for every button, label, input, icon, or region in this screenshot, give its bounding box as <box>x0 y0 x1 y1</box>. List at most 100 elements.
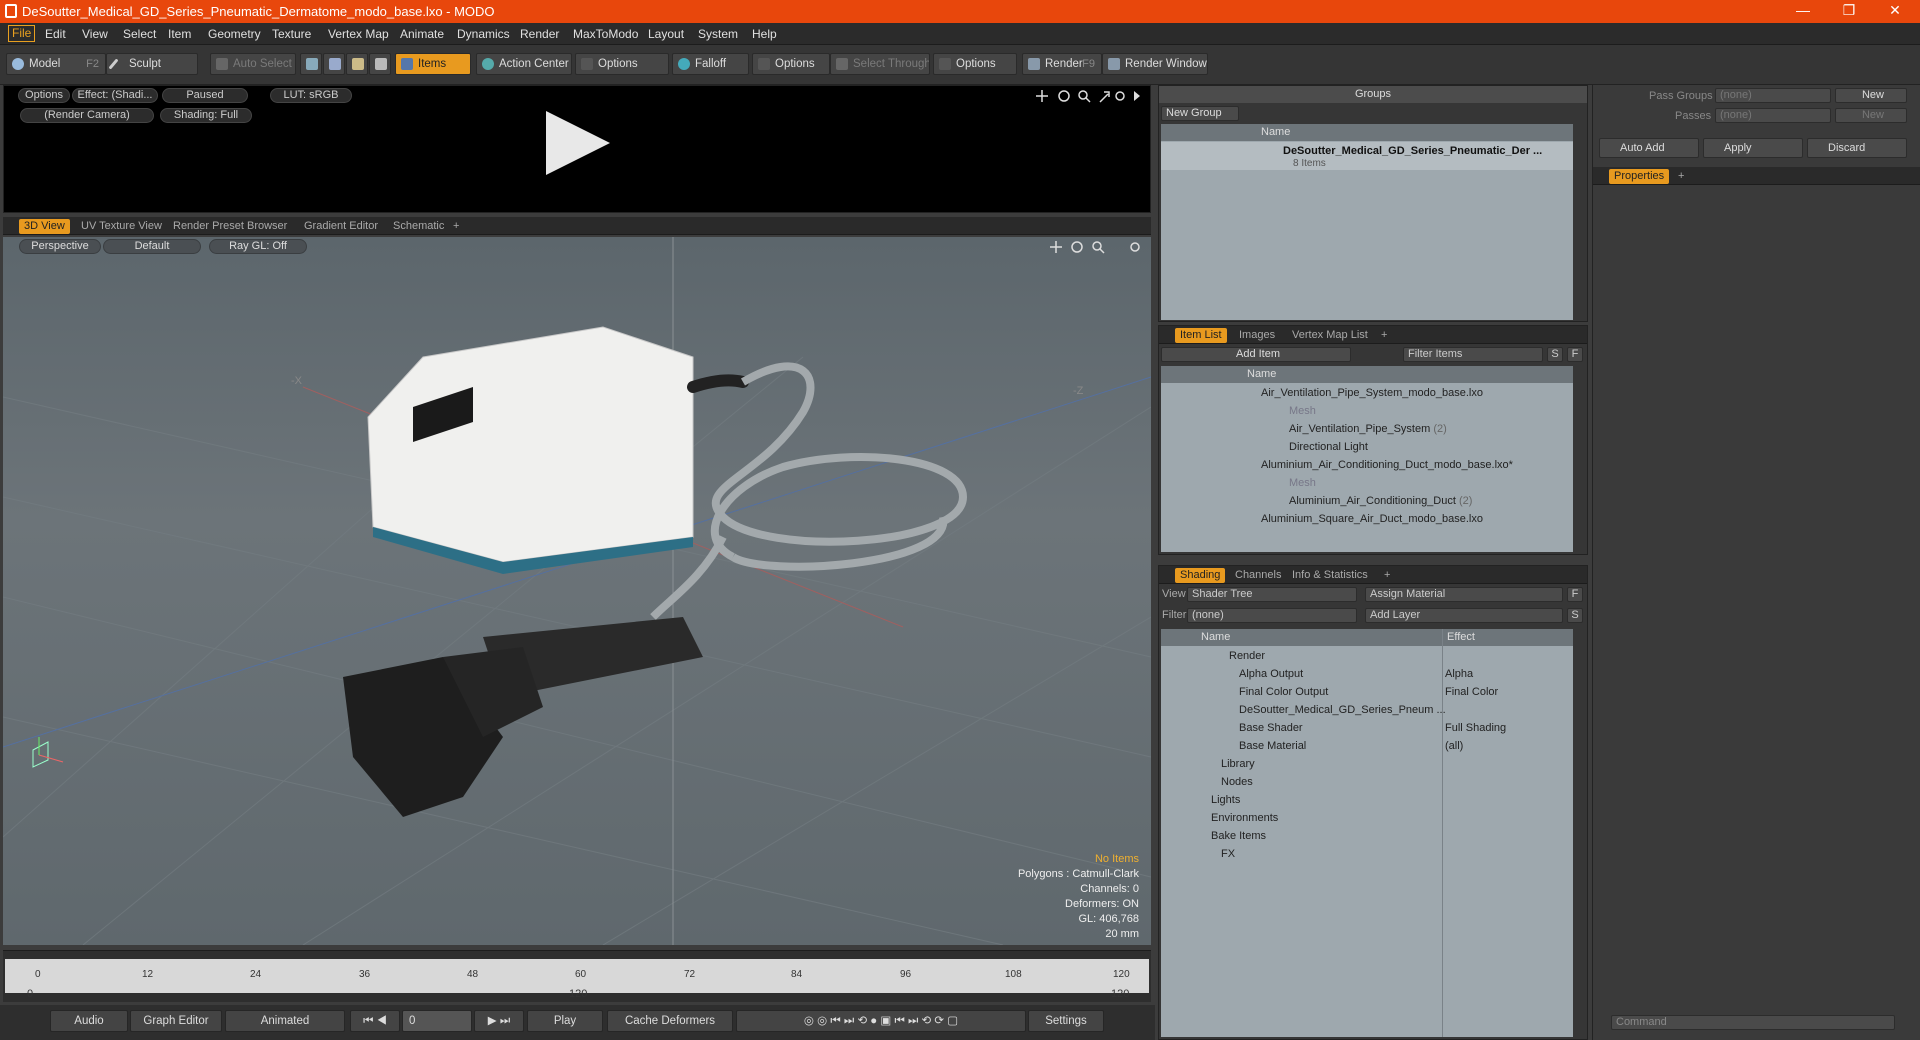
action-center-options-button[interactable]: Options <box>575 53 669 75</box>
play-icon[interactable] <box>546 111 610 175</box>
list-item[interactable]: Aluminium_Square_Air_Duct_modo_base.lxo <box>1161 510 1483 528</box>
render-button[interactable]: Render F9 <box>1022 53 1102 75</box>
menu-texture[interactable]: Texture <box>272 27 311 41</box>
effect-dropdown[interactable]: Effect: (Shadi... <box>72 88 158 103</box>
polygons-mode-button[interactable] <box>346 53 368 75</box>
model-mode-button[interactable]: Model F2 <box>6 53 106 75</box>
menu-system[interactable]: System <box>698 27 738 41</box>
shader-row-render[interactable]: Render <box>1161 647 1265 665</box>
tab-render-preset-browser[interactable]: Render Preset Browser <box>168 219 292 234</box>
item-list[interactable]: Name Air_Ventilation_Pipe_System_modo_ba… <box>1161 366 1573 552</box>
auto-add-button[interactable]: Auto Add <box>1599 138 1699 158</box>
add-layer-dropdown[interactable]: Add Layer <box>1365 608 1563 623</box>
perspective-dropdown[interactable]: Perspective <box>19 239 101 254</box>
edges-mode-button[interactable] <box>323 53 345 75</box>
f-button[interactable]: F <box>1567 587 1583 602</box>
groups-list[interactable]: Name DeSoutter_Medical_GD_Series_Pneumat… <box>1161 124 1573 320</box>
render-window-button[interactable]: Render Window <box>1102 53 1208 75</box>
apply-button[interactable]: Apply <box>1703 138 1803 158</box>
settings-button[interactable]: Settings <box>1028 1010 1104 1032</box>
f-button[interactable]: F <box>1567 347 1583 362</box>
list-item[interactable]: Directional Light <box>1161 438 1368 456</box>
3d-viewport[interactable]: -X -Z No Items Polygons : Catmull-Clark … <box>3 237 1151 945</box>
tab-3d-view[interactable]: 3D View <box>19 219 70 234</box>
menu-view[interactable]: View <box>82 27 108 41</box>
falloff-options-button[interactable]: Options <box>752 53 830 75</box>
minimize-button[interactable]: — <box>1780 2 1826 18</box>
tab-item-list[interactable]: Item List <box>1175 328 1227 343</box>
shader-tree[interactable]: Name Effect Render Alpha Output Alpha Fi… <box>1161 629 1573 1037</box>
list-item[interactable]: Mesh <box>1161 474 1316 492</box>
s-button[interactable]: S <box>1547 347 1563 362</box>
preview-options-button[interactable]: Options <box>18 88 70 103</box>
tab-shading[interactable]: Shading <box>1175 568 1226 583</box>
transport-back-buttons[interactable]: ⏮ ◀ <box>350 1010 400 1032</box>
add-tab-button[interactable]: + <box>448 219 464 234</box>
new-pass-group-button[interactable]: New <box>1835 88 1907 103</box>
tab-images[interactable]: Images <box>1234 328 1280 343</box>
shader-row[interactable]: Library <box>1161 755 1255 773</box>
shader-row[interactable]: Bake Items <box>1161 827 1266 845</box>
filter-items-input[interactable]: Filter Items <box>1403 347 1543 362</box>
discard-button[interactable]: Discard <box>1807 138 1907 158</box>
menu-item[interactable]: Item <box>168 27 191 41</box>
frame-field[interactable]: 0 <box>402 1010 472 1032</box>
pass-groups-dropdown[interactable]: (none) <box>1715 88 1831 103</box>
transport-forward-buttons[interactable]: ▶ ⏭ <box>474 1010 524 1032</box>
menu-help[interactable]: Help <box>752 27 777 41</box>
list-item[interactable]: Air_Ventilation_Pipe_System_modo_base.lx… <box>1161 384 1483 402</box>
shader-row[interactable]: Environments <box>1161 809 1278 827</box>
menu-render[interactable]: Render <box>520 27 559 41</box>
shader-row[interactable]: Lights <box>1161 791 1240 809</box>
add-tab-button[interactable]: + <box>1673 169 1689 184</box>
menu-edit[interactable]: Edit <box>45 27 66 41</box>
menu-vertex-map[interactable]: Vertex Map <box>328 27 389 41</box>
add-tab-button[interactable]: + <box>1376 328 1392 343</box>
menu-dynamics[interactable]: Dynamics <box>457 27 510 41</box>
auto-select-button[interactable]: Auto Select <box>210 53 296 75</box>
tab-properties[interactable]: Properties <box>1609 169 1670 184</box>
add-item-dropdown[interactable]: Add Item <box>1161 347 1351 362</box>
menu-animate[interactable]: Animate <box>400 27 444 41</box>
list-item[interactable]: Aluminium_Air_Conditioning_Duct (2) <box>1161 492 1472 510</box>
key-tools[interactable]: ◎ ◎ ⏮ ⏭ ⟲ ● ▣ ⏮ ⏭ ⟲ ⟳ ▢ <box>736 1010 1026 1032</box>
filter-dropdown[interactable]: (none) <box>1187 608 1357 623</box>
view-dropdown[interactable]: Shader Tree <box>1187 587 1357 602</box>
action-center-button[interactable]: Action Center <box>476 53 572 75</box>
menu-file[interactable]: File <box>8 25 36 42</box>
viewport-nav-icons[interactable] <box>1048 239 1144 255</box>
tab-channels[interactable]: Channels <box>1230 568 1286 583</box>
shader-effect[interactable]: Alpha <box>1445 665 1473 683</box>
close-button[interactable]: ✕ <box>1872 2 1918 19</box>
materials-mode-button[interactable] <box>369 53 391 75</box>
camera-dropdown[interactable]: (Render Camera) <box>20 108 154 123</box>
menu-layout[interactable]: Layout <box>648 27 684 41</box>
select-through-button[interactable]: Select Through <box>830 53 930 75</box>
shader-row[interactable]: FX <box>1161 845 1235 863</box>
paused-button[interactable]: Paused <box>162 88 248 103</box>
animated-dropdown[interactable]: Animated <box>225 1010 345 1032</box>
raygl-toggle[interactable]: Ray GL: Off <box>209 239 307 254</box>
vertices-mode-button[interactable] <box>300 53 322 75</box>
menu-geometry[interactable]: Geometry <box>208 27 261 41</box>
tab-vertex-map-list[interactable]: Vertex Map List <box>1287 328 1373 343</box>
command-input[interactable]: Command <box>1611 1015 1895 1030</box>
add-tab-button[interactable]: + <box>1379 568 1395 583</box>
shader-row[interactable]: Alpha Output <box>1161 665 1303 683</box>
preview-tool-icons[interactable] <box>1034 88 1144 104</box>
play-button[interactable]: Play <box>527 1010 603 1032</box>
tab-info-statistics[interactable]: Info & Statistics <box>1287 568 1373 583</box>
timeline[interactable]: 0 12 24 36 48 60 72 84 96 108 120 0 120 … <box>3 950 1151 1002</box>
assign-material-button[interactable]: Assign Material <box>1365 587 1563 602</box>
list-item[interactable]: Aluminium_Air_Conditioning_Duct_modo_bas… <box>1161 456 1513 474</box>
audio-button[interactable]: Audio <box>50 1010 128 1032</box>
new-pass-button[interactable]: New <box>1835 108 1907 123</box>
shader-row[interactable]: Base Material <box>1161 737 1306 755</box>
group-row[interactable]: DeSoutter_Medical_GD_Series_Pneumatic_De… <box>1161 142 1573 170</box>
passes-dropdown[interactable]: (none) <box>1715 108 1831 123</box>
list-item[interactable]: Air_Ventilation_Pipe_System (2) <box>1161 420 1447 438</box>
select-options-button[interactable]: Options <box>933 53 1017 75</box>
shader-effect[interactable]: (all) <box>1445 737 1463 755</box>
s-button[interactable]: S <box>1567 608 1583 623</box>
falloff-button[interactable]: Falloff <box>672 53 749 75</box>
